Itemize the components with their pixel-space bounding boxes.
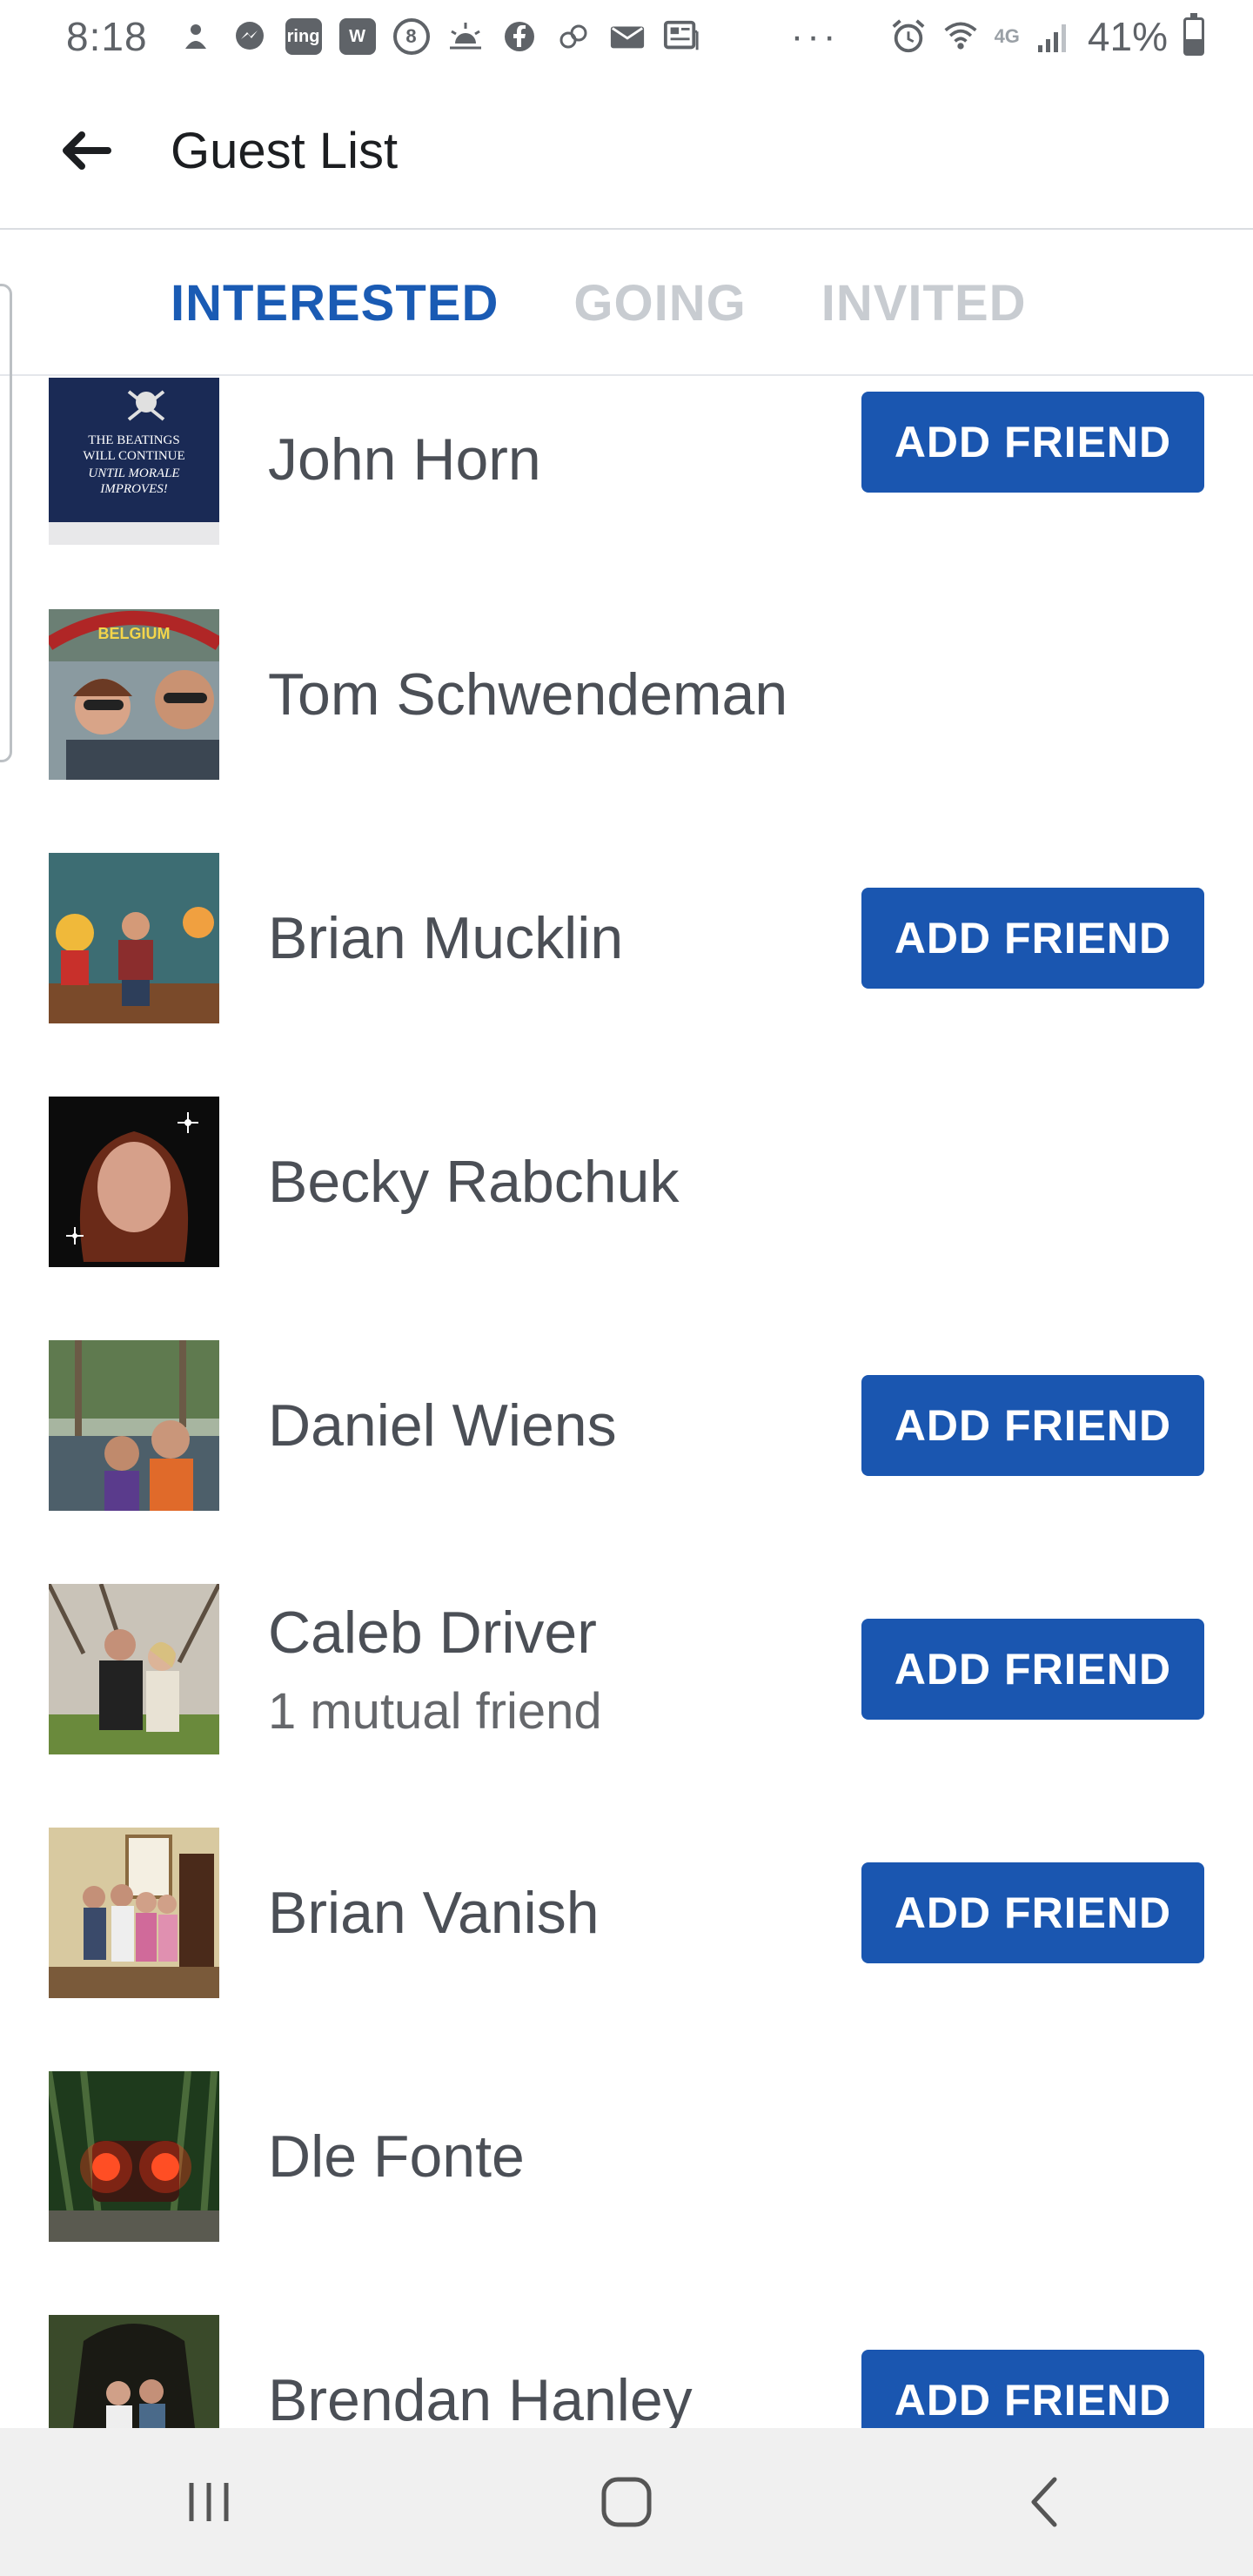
- avatar[interactable]: [49, 2315, 219, 2428]
- guest-name[interactable]: Brian Mucklin: [268, 904, 623, 972]
- add-friend-button[interactable]: ADD FRIEND: [861, 1375, 1204, 1476]
- guest-list: THE BEATINGS WILL CONTINUE UNTIL MORALE …: [0, 378, 1253, 2428]
- guest-name[interactable]: Brendan Hanley: [268, 2366, 693, 2428]
- guest-name[interactable]: John Horn: [268, 426, 541, 493]
- avatar[interactable]: [49, 1828, 219, 1998]
- notification-icons: ring W 8: [178, 18, 700, 55]
- app-header: Guest List: [0, 73, 1253, 230]
- guest-info: John Horn: [268, 378, 541, 545]
- guest-info: Daniel Wiens: [268, 1340, 617, 1511]
- chevron-left-icon: [1031, 2477, 1057, 2527]
- guest-name[interactable]: Caleb Driver: [268, 1599, 602, 1667]
- ring-icon: ring: [285, 18, 322, 55]
- add-friend-button[interactable]: ADD FRIEND: [861, 2350, 1204, 2428]
- guest-row[interactable]: Becky Rabchuk: [0, 1097, 1253, 1267]
- facebook-icon: [501, 18, 538, 55]
- add-friend-button[interactable]: ADD FRIEND: [861, 888, 1204, 989]
- signal-icon: [1035, 18, 1072, 55]
- status-bar: 8:18 ring W 8 ··· 4G 41%: [0, 0, 1253, 73]
- link-icon: [555, 18, 592, 55]
- guest-name[interactable]: Tom Schwendeman: [268, 661, 787, 728]
- guest-name[interactable]: Becky Rabchuk: [268, 1148, 679, 1216]
- avatar[interactable]: [49, 853, 219, 1023]
- guest-info: Dle Fonte: [268, 2071, 525, 2242]
- network-type-label: 4G: [994, 25, 1020, 47]
- guest-row[interactable]: BELGIUM Tom Schwendeman: [0, 609, 1253, 780]
- add-friend-button[interactable]: ADD FRIEND: [861, 392, 1204, 493]
- guest-info: Tom Schwendeman: [268, 609, 787, 780]
- system-icons: ··· 4G 41%: [791, 13, 1204, 60]
- avatar-text: THE BEATINGS: [88, 433, 179, 447]
- guest-name[interactable]: Daniel Wiens: [268, 1392, 617, 1459]
- back-nav-button[interactable]: [992, 2450, 1096, 2554]
- avatar-text: IMPROVES!: [99, 482, 167, 496]
- guest-name[interactable]: Brian Vanish: [268, 1879, 600, 1947]
- guest-row[interactable]: Brian Vanish ADD FRIEND: [0, 1828, 1253, 1998]
- avatar-text: WILL CONTINUE: [83, 449, 184, 463]
- eight-ball-icon: 8: [392, 18, 430, 55]
- guest-tabs: INTERESTED GOING INVITED: [0, 231, 1253, 376]
- tab-interested[interactable]: INTERESTED: [171, 274, 499, 332]
- battery-level-fill: [1186, 39, 1202, 53]
- avatar-text: UNTIL MORALE: [88, 466, 179, 480]
- guest-row[interactable]: Dle Fonte: [0, 2071, 1253, 2242]
- back-button[interactable]: [42, 107, 129, 194]
- guest-name[interactable]: Dle Fonte: [268, 2123, 525, 2190]
- system-navigation-bar: [0, 2428, 1253, 2576]
- home-icon: [601, 2477, 652, 2527]
- avatar-text: BELGIUM: [98, 625, 171, 642]
- notification-app-icon: [178, 18, 214, 55]
- tab-going[interactable]: GOING: [573, 274, 746, 332]
- guest-info: Brendan Hanley: [268, 2315, 693, 2428]
- guest-row[interactable]: THE BEATINGS WILL CONTINUE UNTIL MORALE …: [0, 378, 1253, 545]
- guest-row[interactable]: Caleb Driver 1 mutual friend ADD FRIEND: [0, 1584, 1253, 1754]
- more-notifications-icon: ···: [790, 15, 840, 57]
- weather-icon: [447, 18, 484, 55]
- home-button[interactable]: [574, 2450, 679, 2554]
- avatar[interactable]: THE BEATINGS WILL CONTINUE UNTIL MORALE …: [49, 378, 219, 545]
- mail-icon: [609, 18, 646, 55]
- battery-icon: [1183, 13, 1204, 56]
- avatar[interactable]: [49, 1340, 219, 1511]
- recent-apps-button[interactable]: [157, 2450, 261, 2554]
- mutual-friends-count: 1 mutual friend: [268, 1682, 602, 1740]
- news-icon: [663, 18, 700, 55]
- guest-row[interactable]: Daniel Wiens ADD FRIEND: [0, 1340, 1253, 1511]
- guest-info: Becky Rabchuk: [268, 1097, 679, 1267]
- back-arrow-icon: [63, 131, 111, 170]
- avatar[interactable]: [49, 1097, 219, 1267]
- tab-invited[interactable]: INVITED: [821, 274, 1027, 332]
- battery-percent: 41%: [1087, 14, 1168, 59]
- add-friend-button[interactable]: ADD FRIEND: [861, 1862, 1204, 1963]
- w-app-icon: W: [338, 18, 376, 55]
- guest-info: Brian Vanish: [268, 1828, 600, 1998]
- wifi-icon: [942, 18, 979, 55]
- avatar[interactable]: BELGIUM: [49, 609, 219, 780]
- add-friend-button[interactable]: ADD FRIEND: [861, 1619, 1204, 1720]
- messenger-icon: [231, 18, 268, 55]
- avatar[interactable]: [49, 2071, 219, 2242]
- alarm-icon: [890, 18, 927, 55]
- guest-info: Caleb Driver 1 mutual friend: [268, 1584, 602, 1754]
- guest-row[interactable]: Brendan Hanley ADD FRIEND: [0, 2315, 1253, 2428]
- guest-info: Brian Mucklin: [268, 853, 623, 1023]
- status-time: 8:18: [66, 14, 148, 59]
- page-title: Guest List: [171, 122, 399, 179]
- avatar[interactable]: [49, 1584, 219, 1754]
- recent-apps-icon: [189, 2483, 229, 2521]
- guest-row[interactable]: Brian Mucklin ADD FRIEND: [0, 853, 1253, 1023]
